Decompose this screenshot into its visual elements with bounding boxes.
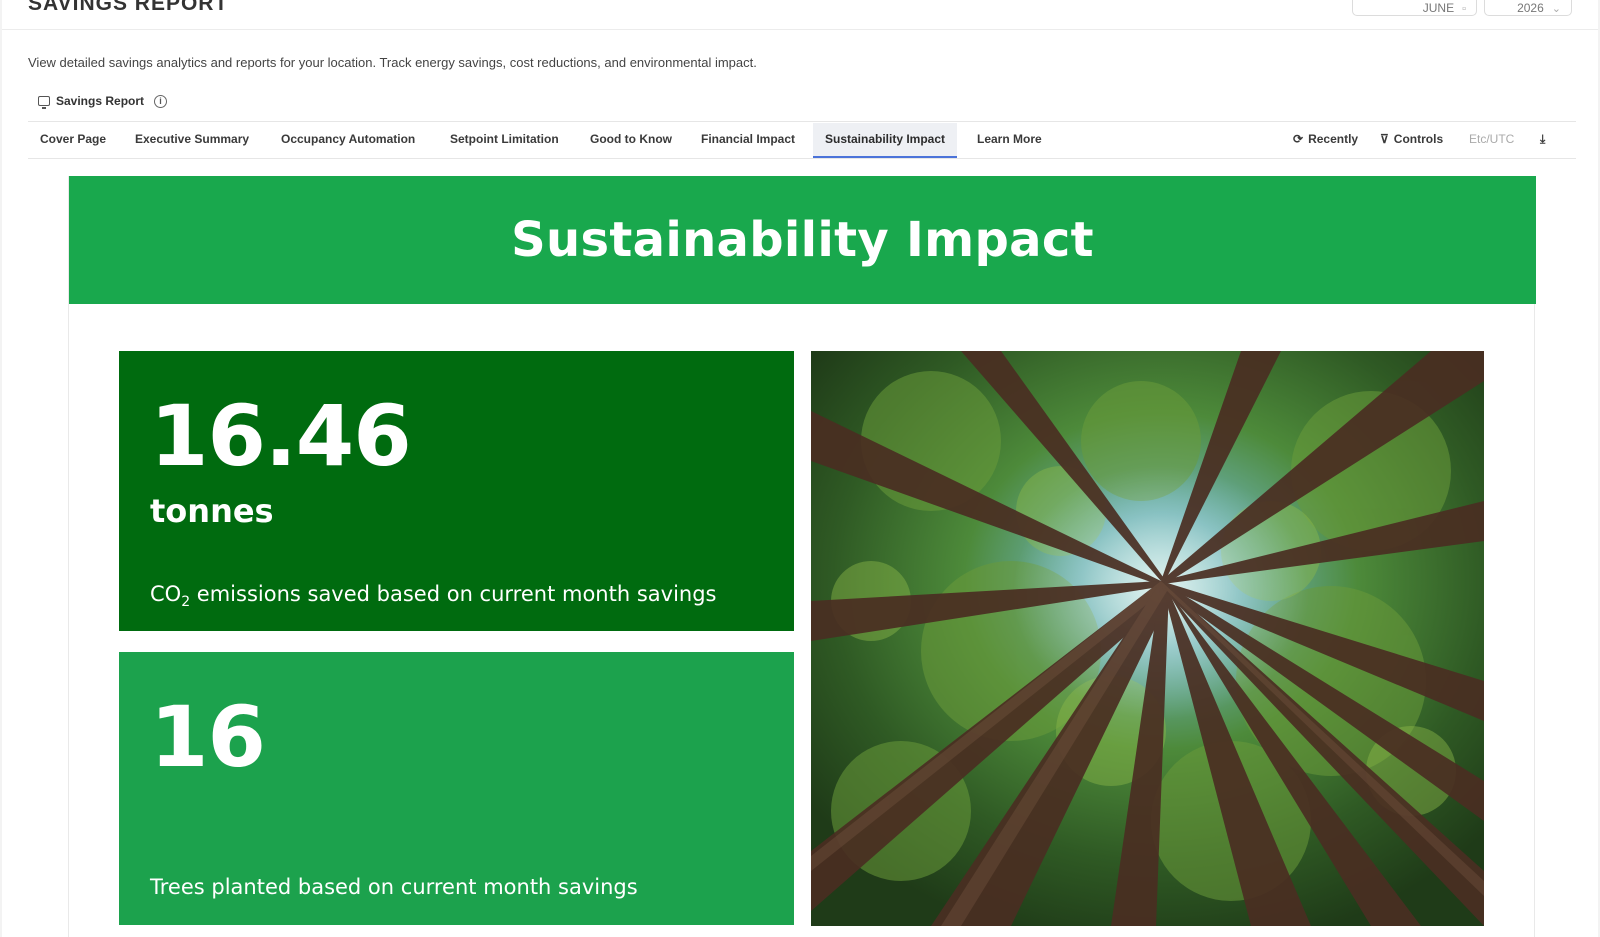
tab-cover-page[interactable]: Cover Page — [28, 123, 118, 158]
download-icon[interactable]: ⤓ — [1540, 132, 1545, 147]
report-selector[interactable]: Savings Report i — [38, 94, 168, 109]
recently-button[interactable]: ⟳ Recently — [1293, 132, 1358, 146]
refresh-icon: ⟳ — [1293, 132, 1304, 146]
month-select[interactable]: JUNE ▫ — [1352, 0, 1477, 16]
report-canvas: Sustainability Impact 16.46 tonnes CO2 e… — [68, 176, 1536, 937]
controls-button[interactable]: ⊽ Controls — [1380, 132, 1443, 146]
tab-sustainability-impact[interactable]: Sustainability Impact — [813, 123, 958, 158]
controls-label: Controls — [1393, 132, 1444, 146]
monitor-icon — [38, 96, 50, 109]
tab-good-to-know[interactable]: Good to Know — [578, 123, 684, 158]
month-value: JUNE — [1422, 1, 1455, 15]
co2-unit: tonnes — [150, 492, 274, 530]
tab-learn-more[interactable]: Learn More — [965, 123, 1054, 158]
trees-caption: Trees planted based on current month sav… — [150, 875, 638, 899]
tab-occupancy-automation[interactable]: Occupancy Automation — [269, 123, 427, 158]
section-banner: Sustainability Impact — [69, 176, 1536, 304]
year-value: 2026 — [1517, 1, 1544, 15]
report-label: Savings Report — [56, 94, 145, 108]
tab-financial-impact[interactable]: Financial Impact — [689, 123, 807, 158]
recently-label: Recently — [1308, 132, 1359, 146]
tab-setpoint-limitation[interactable]: Setpoint Limitation — [438, 123, 571, 158]
tab-executive-summary[interactable]: Executive Summary — [123, 123, 261, 158]
info-icon[interactable]: i — [154, 94, 168, 108]
page-description: View detailed savings analytics and repo… — [28, 55, 757, 70]
savings-report-page: SAVINGS REPORT JUNE ▫ 2026 ⌄ View detailed… — [2, 0, 1598, 937]
filter-icon: ⊽ — [1380, 132, 1389, 146]
page-title: SAVINGS REPORT — [28, 0, 229, 15]
co2-card: 16.46 tonnes CO2 emissions saved based o… — [119, 351, 794, 631]
divider — [28, 121, 1576, 122]
trees-card: 16 Trees planted based on current month … — [119, 652, 794, 925]
report-tabs: Cover Page Executive Summary Occupancy A… — [28, 123, 1576, 159]
co2-value: 16.46 — [150, 387, 412, 485]
forest-canopy-image — [811, 351, 1484, 926]
trees-value: 16 — [150, 688, 266, 786]
timezone-label: Etc/UTC — [1469, 132, 1515, 146]
chevron-down-icon: ⌄ — [1551, 3, 1561, 15]
calendar-icon: ▫ — [1462, 3, 1466, 15]
co2-caption: CO2 emissions saved based on current mon… — [150, 582, 717, 611]
year-select[interactable]: 2026 ⌄ — [1484, 0, 1572, 16]
top-bar: SAVINGS REPORT JUNE ▫ 2026 ⌄ — [2, 0, 1598, 30]
section-title: Sustainability Impact — [511, 212, 1094, 268]
